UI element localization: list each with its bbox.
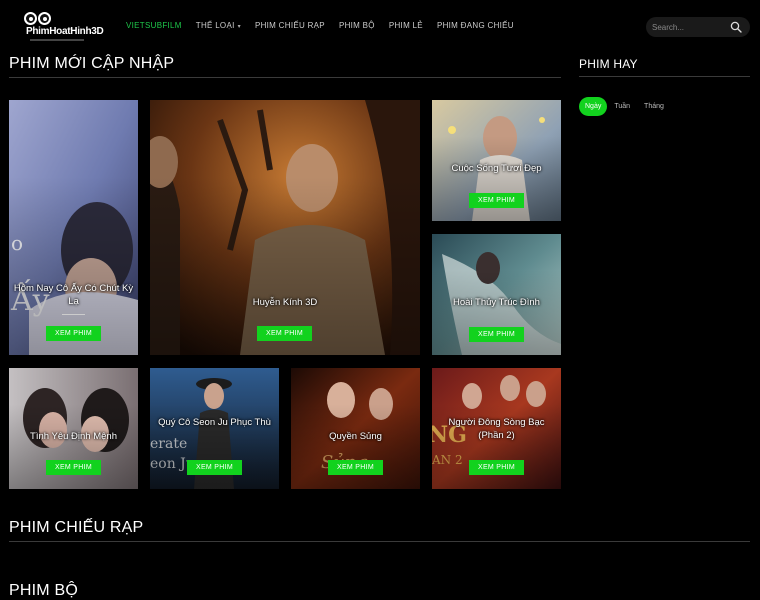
movie-title[interactable]: Hôm Nay Cô Ấy Có Chút Kỳ Lạ [13, 282, 134, 308]
nav-item-vietsubfilm[interactable]: VIETSUBFILM [126, 21, 182, 30]
movie-card[interactable]: Ấy o Hôm Nay Cô Ấy Có Chút Kỳ Lạ XEM PHI… [9, 100, 138, 355]
search-input[interactable] [652, 20, 730, 34]
movie-card[interactable]: Hoài Thủy Trúc Đình XEM PHIM [432, 234, 561, 355]
section-divider [9, 77, 561, 78]
movie-title[interactable]: Quý Cô Seon Ju Phục Thù [154, 416, 275, 429]
logo-tagline-bar [30, 39, 84, 41]
search-box [646, 17, 750, 37]
movie-title[interactable]: Hoài Thủy Trúc Đình [436, 296, 557, 309]
watch-button[interactable]: XEM PHIM [46, 326, 101, 341]
movie-title[interactable]: Quyền Sủng [295, 430, 416, 443]
movie-card[interactable]: Sủng Quyền Sủng XEM PHIM [291, 368, 420, 489]
nav-item-genres[interactable]: THỂ LOẠI ▾ [196, 21, 241, 30]
watch-button[interactable]: XEM PHIM [328, 460, 383, 475]
movie-card[interactable]: Cuộc Sống Tươi Đẹp XEM PHIM [432, 100, 561, 221]
watch-button[interactable]: XEM PHIM [469, 193, 524, 208]
tab-month[interactable]: Tháng [637, 97, 671, 116]
movie-card[interactable]: Tình Yêu Định Mệnh XEM PHIM [9, 368, 138, 489]
movie-card[interactable]: NG AN 2 Người Đông Sòng Bạc (Phần 2) XEM… [432, 368, 561, 489]
site-header: PhimHoatHinh3D VIETSUBFILM THỂ LOẠI ▾ PHI… [0, 0, 760, 52]
watch-button[interactable]: XEM PHIM [187, 460, 242, 475]
site-logo[interactable]: PhimHoatHinh3D [22, 10, 104, 46]
watch-button[interactable]: XEM PHIM [257, 326, 312, 341]
nav-item-now-showing[interactable]: PHIM ĐANG CHIẾU [437, 21, 514, 30]
nav-item-movies[interactable]: PHIM LẺ [389, 21, 423, 30]
movie-card[interactable]: Huyễn Kính 3D XEM PHIM [150, 100, 420, 355]
movie-title[interactable]: Người Đông Sòng Bạc (Phần 2) [436, 416, 557, 442]
sidebar-title: PHIM HAY [579, 57, 638, 71]
sidebar-tabs: Ngày Tuần Tháng [579, 97, 671, 116]
nav-item-theatrical[interactable]: PHIM CHIẾU RẠP [255, 21, 325, 30]
movie-title[interactable]: Cuộc Sống Tươi Đẹp [436, 162, 557, 175]
tab-week[interactable]: Tuần [607, 97, 637, 116]
nav-item-series[interactable]: PHIM BỘ [339, 21, 375, 30]
title-underline [62, 314, 85, 315]
watch-button[interactable]: XEM PHIM [469, 327, 524, 342]
main-nav: VIETSUBFILM THỂ LOẠI ▾ PHIM CHIẾU RẠP PHI… [126, 21, 528, 30]
section-title-theatrical: PHIM CHIẾU RẠP [9, 519, 144, 536]
tab-day[interactable]: Ngày [579, 97, 608, 116]
sidebar-divider [579, 76, 750, 77]
search-icon[interactable] [730, 21, 742, 33]
movie-title[interactable]: Huyễn Kính 3D [154, 296, 416, 309]
section-title-series: PHIM BỘ [9, 582, 78, 599]
watch-button[interactable]: XEM PHIM [46, 460, 101, 475]
logo-text: PhimHoatHinh3D [26, 26, 104, 37]
section-title-new-updates: PHIM MỚI CẬP NHẬP [9, 55, 175, 72]
watch-button[interactable]: XEM PHIM [469, 460, 524, 475]
section-divider [9, 541, 750, 542]
movie-card[interactable]: erate eon Ju Quý Cô Seon Ju Phục Thù XEM… [150, 368, 279, 489]
chevron-down-icon: ▾ [237, 24, 241, 30]
movie-title[interactable]: Tình Yêu Định Mệnh [13, 430, 134, 443]
